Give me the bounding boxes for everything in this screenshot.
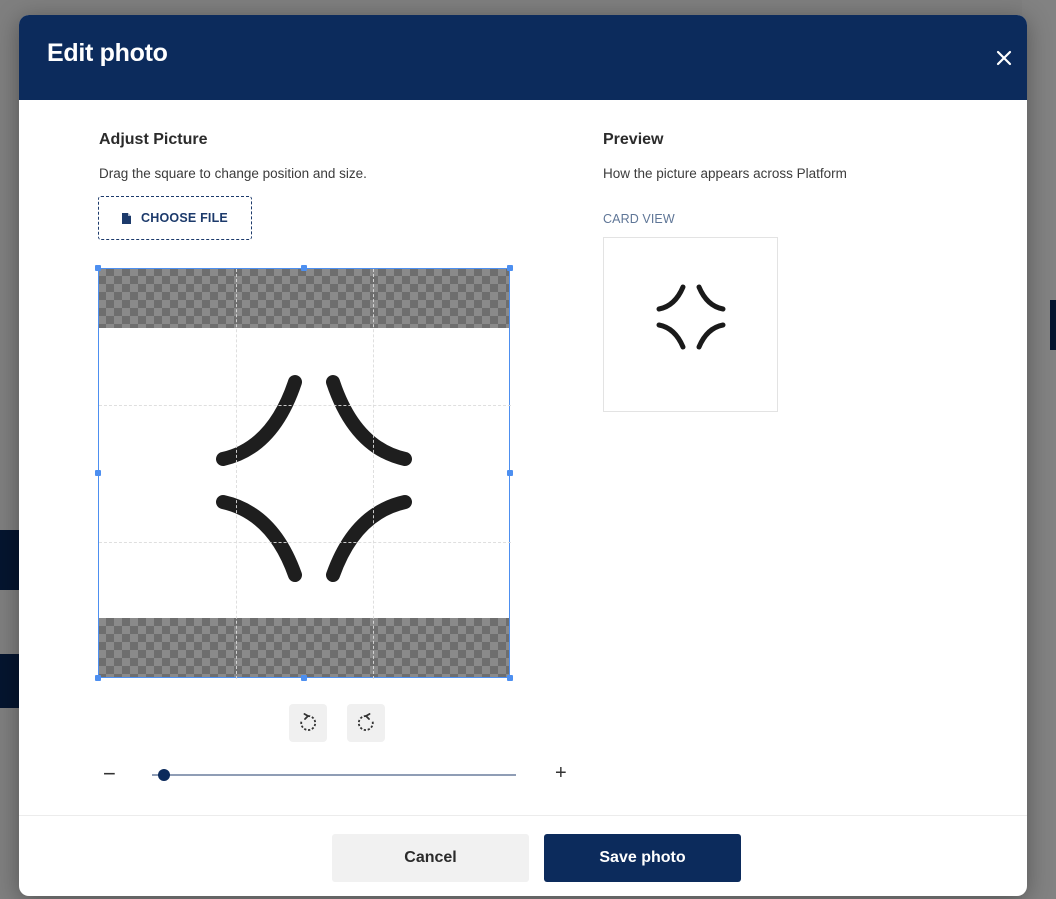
adjust-picture-subtitle: Drag the square to change position and s… (99, 166, 367, 181)
crop-box[interactable] (98, 268, 511, 679)
choose-file-label: CHOOSE FILE (141, 211, 228, 225)
sparkle-logo-preview (656, 284, 725, 349)
dialog-title: Edit photo (47, 39, 168, 67)
zoom-slider-thumb[interactable] (158, 769, 170, 781)
crop-handle-top-right[interactable] (507, 265, 513, 271)
adjust-picture-title: Adjust Picture (99, 131, 208, 148)
file-icon (122, 212, 132, 224)
rotate-right-button[interactable] (347, 704, 385, 742)
preview-subtitle: How the picture appears across Platform (603, 166, 847, 181)
rotate-left-button[interactable] (289, 704, 327, 742)
preview-title: Preview (603, 131, 664, 148)
rotate-left-icon (300, 713, 317, 731)
crop-guide (99, 542, 511, 543)
card-view-label: CARD VIEW (603, 212, 675, 226)
cancel-button[interactable]: Cancel (332, 834, 529, 882)
close-icon (996, 50, 1012, 66)
choose-file-button[interactable]: CHOOSE FILE (98, 196, 252, 240)
zoom-slider[interactable] (152, 765, 518, 785)
crop-handle-top-left[interactable] (95, 265, 101, 271)
zoom-out-button[interactable]: − (103, 763, 119, 785)
rotate-right-icon (357, 713, 374, 731)
crop-handle-bottom-left[interactable] (95, 675, 101, 681)
zoom-in-button[interactable]: + (555, 763, 571, 783)
card-view-preview (603, 237, 778, 412)
crop-handle-bottom[interactable] (301, 675, 307, 681)
dialog-header: Edit photo (19, 15, 1027, 100)
crop-guide (99, 405, 511, 406)
crop-handle-top[interactable] (301, 265, 307, 271)
crop-handle-left[interactable] (95, 470, 101, 476)
image-cropper[interactable] (95, 265, 513, 681)
zoom-slider-track (152, 774, 516, 776)
save-photo-button[interactable]: Save photo (544, 834, 741, 882)
crop-handle-right[interactable] (507, 470, 513, 476)
crop-guide (373, 269, 374, 679)
crop-handle-bottom-right[interactable] (507, 675, 513, 681)
footer-divider (19, 815, 1027, 816)
edit-photo-dialog: Edit photo Adjust Picture Drag the squar… (19, 15, 1027, 896)
close-button[interactable] (989, 43, 1019, 73)
crop-guide (236, 269, 237, 679)
